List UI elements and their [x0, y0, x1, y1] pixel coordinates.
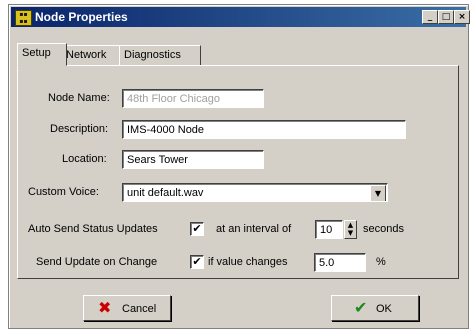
- cancel-button[interactable]: ✖ Cancel: [83, 295, 171, 321]
- spin-up-icon[interactable]: ▲: [345, 221, 356, 229]
- node-properties-window: ▪▪ ▪▪ Node Properties _ □ × Setup Network…: [8, 4, 470, 329]
- tab-diagnostics[interactable]: Diagnostics: [119, 45, 201, 66]
- setup-panel: Node Name: 48th Floor Chicago Descriptio…: [17, 65, 459, 279]
- minimize-button[interactable]: _: [422, 10, 438, 24]
- auto-send-checkbox[interactable]: ✔: [190, 222, 204, 236]
- node-name-label: Node Name:: [48, 92, 110, 104]
- description-label: Description:: [50, 123, 109, 135]
- custom-voice-value: unit default.wav: [127, 187, 204, 199]
- ok-check-icon: ✔: [354, 298, 368, 317]
- send-on-change-checkbox[interactable]: ✔: [190, 255, 204, 269]
- custom-voice-select[interactable]: unit default.wav ▼: [122, 183, 388, 202]
- tab-network[interactable]: Network: [61, 45, 124, 66]
- interval-spinner[interactable]: ▲ ▼: [344, 220, 357, 239]
- ok-label: OK: [376, 303, 392, 315]
- close-button[interactable]: ×: [454, 10, 470, 24]
- send-on-change-label: Send Update on Change: [36, 256, 158, 268]
- title-bar[interactable]: ▪▪ ▪▪ Node Properties _ □ ×: [11, 7, 470, 27]
- location-label: Location:: [62, 153, 107, 165]
- spin-down-icon[interactable]: ▼: [345, 229, 356, 237]
- window-title: Node Properties: [35, 10, 128, 24]
- app-icon: ▪▪ ▪▪: [15, 10, 32, 26]
- dropdown-arrow-icon[interactable]: ▼: [370, 185, 386, 201]
- ok-button[interactable]: ✔ OK: [331, 295, 419, 321]
- if-changes-label: if value changes: [208, 256, 288, 268]
- seconds-label: seconds: [363, 223, 404, 235]
- node-name-field: 48th Floor Chicago: [122, 89, 264, 108]
- auto-send-label: Auto Send Status Updates: [28, 223, 158, 235]
- custom-voice-label: Custom Voice:: [28, 186, 99, 198]
- description-field[interactable]: IMS-4000 Node: [122, 120, 406, 139]
- tab-setup[interactable]: Setup: [17, 43, 67, 66]
- interval-label: at an interval of: [216, 223, 292, 235]
- cancel-icon: ✖: [98, 298, 112, 317]
- change-value-field[interactable]: 5.0: [314, 253, 366, 272]
- percent-label: %: [376, 256, 386, 268]
- cancel-label: Cancel: [122, 303, 157, 315]
- maximize-button[interactable]: □: [438, 10, 454, 24]
- location-field[interactable]: Sears Tower: [122, 150, 264, 169]
- interval-field[interactable]: 10: [315, 220, 343, 239]
